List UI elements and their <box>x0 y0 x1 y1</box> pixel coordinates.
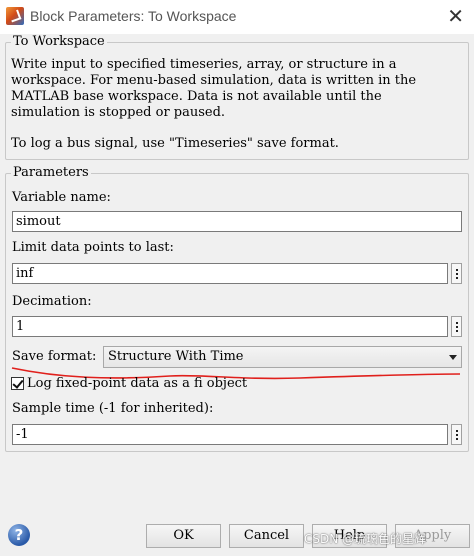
description-line: workspace. For menu-based simulation, da… <box>11 73 417 88</box>
more-options-icon[interactable] <box>451 263 462 284</box>
close-icon[interactable]: ✕ <box>447 4 464 28</box>
block-group-title: To Workspace <box>11 34 107 50</box>
bus-note: To log a bus signal, use "Timeseries" sa… <box>11 136 339 151</box>
watermark: CSDN @琉璃色的星辉 <box>304 532 427 546</box>
description-line: simulation is stopped or paused. <box>11 105 226 120</box>
description-line: Write input to specified timeseries, arr… <box>11 57 397 72</box>
cancel-button[interactable]: Cancel <box>229 524 304 548</box>
limit-data-points-input[interactable]: inf <box>12 263 448 284</box>
title-bar: Block Parameters: To Workspace ✕ <box>0 0 474 34</box>
window-title: Block Parameters: To Workspace <box>30 8 237 24</box>
decimation-input[interactable]: 1 <box>12 316 448 337</box>
ok-button[interactable]: OK <box>146 524 221 548</box>
log-fixed-point-checkbox[interactable] <box>11 377 24 390</box>
log-fixed-point-label: Log fixed-point data as a fi object <box>27 376 248 391</box>
help-icon[interactable]: ? <box>8 524 30 546</box>
more-options-icon[interactable] <box>451 424 462 445</box>
sample-time-input[interactable]: -1 <box>12 424 448 445</box>
decimation-label: Decimation: <box>12 294 92 309</box>
sample-time-label: Sample time (-1 for inherited): <box>12 401 214 416</box>
more-options-icon[interactable] <box>451 316 462 337</box>
limit-data-points-label: Limit data points to last: <box>12 240 174 255</box>
matlab-icon <box>6 7 24 25</box>
parameters-group-title: Parameters <box>11 165 91 181</box>
description-line: MATLAB base workspace. Data is not avail… <box>11 89 382 104</box>
variable-name-input[interactable]: simout <box>12 211 462 232</box>
variable-name-label: Variable name: <box>12 190 111 205</box>
